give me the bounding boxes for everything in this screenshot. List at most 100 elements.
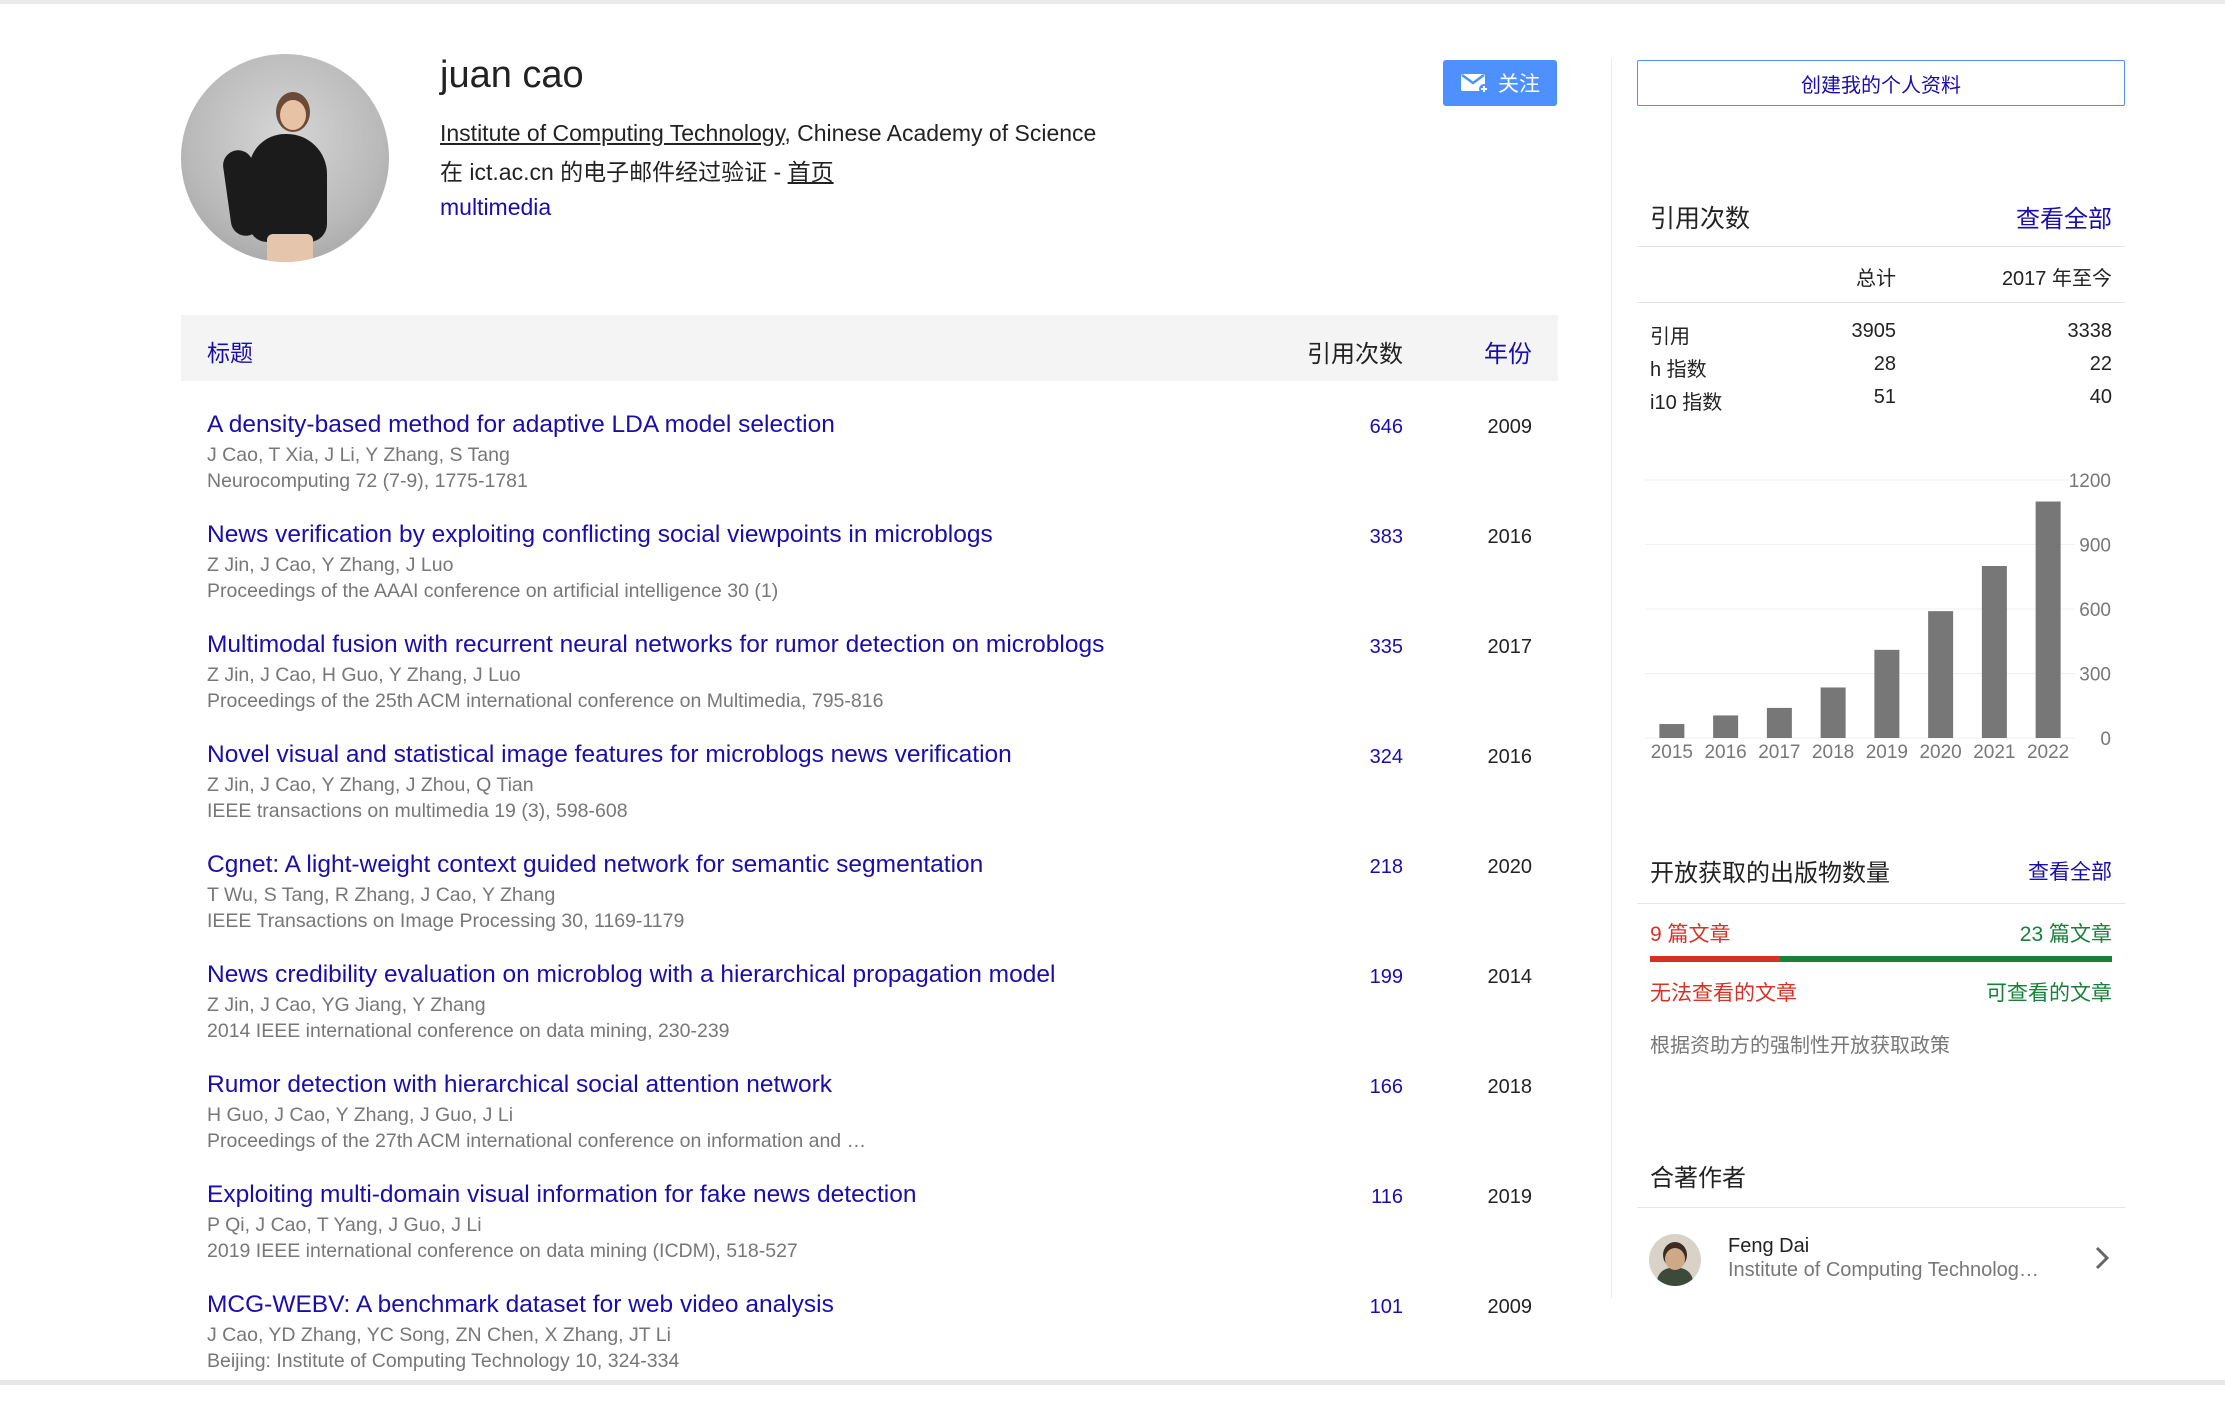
chart-bar-2015[interactable] — [1659, 724, 1685, 738]
article-authors: H Guo, J Cao, Y Zhang, J Guo, J Li — [207, 1104, 514, 1126]
article-venue: Beijing: Institute of Computing Technolo… — [207, 1350, 680, 1372]
article-title-link[interactable]: Novel visual and statistical image featu… — [207, 741, 1012, 769]
article-authors: J Cao, YD Zhang, YC Song, ZN Chen, X Zha… — [207, 1324, 671, 1346]
chevron-right-icon[interactable] — [2093, 1245, 2111, 1271]
chart-bar-2017[interactable] — [1766, 707, 1792, 738]
oa-unavailable-count[interactable]: 9 篇文章 — [1650, 918, 1731, 948]
oa-mandate-note: 根据资助方的强制性开放获取政策 — [1650, 1035, 1950, 1057]
article-row: News verification by exploiting conflict… — [181, 521, 1558, 631]
profile-avatar — [181, 54, 389, 262]
chart-bar-2021[interactable] — [1981, 566, 2007, 738]
articles-table-header: 标题 引用次数 年份 — [181, 315, 1558, 381]
citations-per-year-chart: 0 300 600 900 1200 2015 2016 2017 2018 2019 2020 20… — [1645, 471, 2111, 763]
stat-since: 40 — [2089, 386, 2112, 408]
article-row: Novel visual and statistical image featu… — [181, 741, 1558, 851]
article-citation-count[interactable]: 166 — [1370, 1076, 1403, 1099]
coauthor-name[interactable]: Feng Dai — [1728, 1235, 1809, 1258]
article-citation-count[interactable]: 199 — [1370, 966, 1403, 989]
affiliation-rest: , Chinese Academy of Science — [784, 120, 1097, 146]
oa-unavailable-label[interactable]: 无法查看的文章 — [1650, 977, 1797, 1007]
chart-bar-2022[interactable] — [2035, 501, 2061, 739]
article-venue: IEEE Transactions on Image Processing 30… — [207, 910, 685, 932]
article-title-link[interactable]: Multimodal fusion with recurrent neural … — [207, 631, 1104, 659]
citations-view-all-link[interactable]: 查看全部 — [2016, 199, 2112, 234]
divider — [1637, 302, 2125, 303]
stat-total: 51 — [1873, 386, 1896, 408]
chart-bar-2018[interactable] — [1820, 687, 1846, 738]
oa-available-bar — [1779, 956, 2112, 962]
oa-available-count[interactable]: 23 篇文章 — [2020, 918, 2112, 948]
article-authors: Z Jin, J Cao, YG Jiang, Y Zhang — [207, 994, 486, 1016]
oa-unavailable-bar — [1650, 956, 1780, 962]
coauthors-heading: 合著作者 — [1650, 1165, 1746, 1192]
article-citation-count[interactable]: 335 — [1370, 636, 1403, 659]
article-title-link[interactable]: News verification by exploiting conflict… — [207, 521, 993, 549]
article-title-link[interactable]: News credibility evaluation on microblog… — [207, 961, 1055, 989]
chart-y-tick-label: 1200 — [2069, 471, 2111, 492]
stats-col-total: 总计 — [1856, 268, 1896, 290]
article-venue: IEEE transactions on multimedia 19 (3), … — [207, 800, 628, 822]
stats-col-since: 2017 年至今 — [2001, 268, 2112, 290]
article-row: Rumor detection with hierarchical social… — [181, 1071, 1558, 1181]
open-access-view-all-link[interactable]: 查看全部 — [2028, 856, 2112, 886]
article-citation-count[interactable]: 116 — [1371, 1186, 1403, 1209]
oa-available-label[interactable]: 可查看的文章 — [1986, 977, 2112, 1007]
article-venue: Proceedings of the 25th ACM internationa… — [207, 690, 884, 712]
sort-by-title[interactable]: 标题 — [207, 334, 253, 368]
article-venue: Proceedings of the 27th ACM internationa… — [207, 1130, 867, 1152]
article-year: 2019 — [1487, 1186, 1533, 1208]
article-title-link[interactable]: Exploiting multi-domain visual informati… — [207, 1181, 916, 1209]
article-venue: 2019 IEEE international conference on da… — [207, 1240, 798, 1262]
chart-x-tick-label: 2022 — [2027, 742, 2069, 763]
divider — [1637, 1207, 2125, 1208]
article-title-link[interactable]: Rumor detection with hierarchical social… — [207, 1071, 832, 1099]
profile-affiliation: Institute of Computing Technology, Chine… — [440, 120, 1096, 147]
article-title-link[interactable]: MCG-WEBV: A benchmark dataset for web vi… — [207, 1291, 834, 1319]
article-title-link[interactable]: A density-based method for adaptive LDA … — [207, 411, 835, 439]
column-divider — [1611, 58, 1612, 1298]
sort-by-citations[interactable]: 引用次数 — [1307, 334, 1403, 369]
article-citation-count[interactable]: 218 — [1370, 856, 1403, 879]
article-citation-count[interactable]: 383 — [1370, 526, 1403, 549]
chart-x-tick-label: 2017 — [1758, 742, 1800, 763]
follow-button[interactable]: 关注 — [1443, 60, 1557, 106]
chart-bar-2016[interactable] — [1713, 715, 1739, 738]
mail-follow-icon — [1461, 73, 1489, 94]
create-profile-button[interactable]: 创建我的个人资料 — [1637, 60, 2125, 106]
article-title-link[interactable]: Cgnet: A light-weight context guided net… — [207, 851, 983, 879]
article-row: News credibility evaluation on microblog… — [181, 961, 1558, 1071]
stat-since: 3338 — [2067, 320, 2113, 342]
article-year: 2009 — [1487, 1296, 1533, 1318]
stat-label: h 指数 — [1650, 359, 1707, 381]
homepage-link[interactable]: 首页 — [788, 159, 834, 185]
research-interest-link[interactable]: multimedia — [440, 194, 551, 221]
affiliation-link[interactable]: Institute of Computing Technology — [440, 120, 784, 146]
article-row: Cgnet: A light-weight context guided net… — [181, 851, 1558, 961]
chart-x-tick-label: 2019 — [1866, 742, 1908, 763]
chart-y-tick-label: 600 — [2079, 600, 2111, 621]
follow-label: 关注 — [1498, 73, 1540, 96]
chart-x-tick-label: 2021 — [1973, 742, 2015, 763]
article-year: 2016 — [1487, 746, 1533, 768]
article-year: 2016 — [1487, 526, 1533, 548]
article-year: 2017 — [1487, 636, 1533, 658]
article-row: Multimodal fusion with recurrent neural … — [181, 631, 1558, 741]
article-citation-count[interactable]: 101 — [1370, 1296, 1403, 1319]
chart-bar-2020[interactable] — [1928, 611, 1954, 738]
sort-by-year[interactable]: 年份 — [1484, 334, 1532, 369]
coauthor-avatar[interactable] — [1649, 1234, 1701, 1286]
chart-y-tick-label: 900 — [2079, 536, 2111, 557]
chart-x-tick-label: 2020 — [1919, 742, 1961, 763]
profile-name: juan cao — [440, 54, 584, 96]
bottom-divider — [0, 1380, 2225, 1385]
article-citation-count[interactable]: 324 — [1370, 746, 1403, 769]
article-authors: Z Jin, J Cao, Y Zhang, J Luo — [207, 554, 454, 576]
stat-since: 22 — [2089, 353, 2112, 375]
article-citation-count[interactable]: 646 — [1370, 416, 1403, 439]
stat-total: 3905 — [1851, 320, 1897, 342]
article-year: 2018 — [1487, 1076, 1533, 1098]
stat-label: i10 指数 — [1650, 392, 1723, 414]
stat-label: 引用 — [1650, 326, 1690, 348]
divider — [1637, 903, 2125, 904]
chart-bar-2019[interactable] — [1874, 649, 1900, 738]
